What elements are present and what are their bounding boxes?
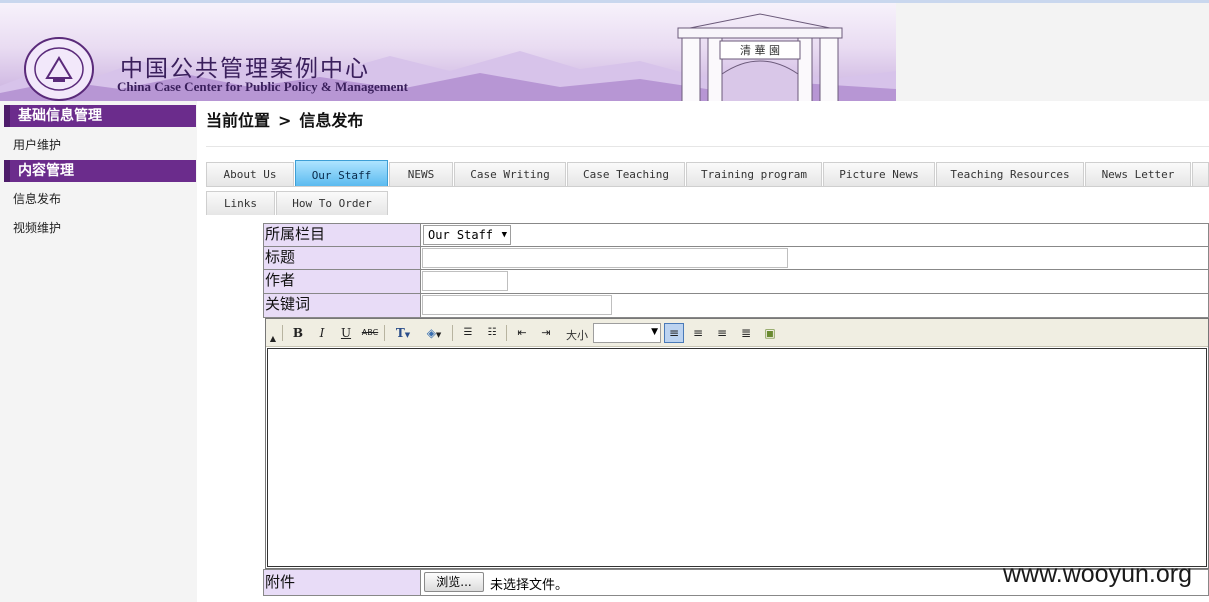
row-title: 标题: [263, 246, 1209, 270]
font-size-select[interactable]: ▼: [593, 323, 661, 343]
row-author: 作者: [263, 269, 1209, 294]
toolbar-separator: [282, 325, 283, 341]
author-input[interactable]: [422, 271, 508, 291]
breadcrumb-prefix: 当前位置: [206, 111, 271, 130]
keywords-input[interactable]: [422, 295, 612, 315]
tab-teaching-resources[interactable]: Teaching Resources: [936, 162, 1084, 186]
tsinghua-gate-icon: 清 華 園: [677, 13, 843, 101]
cell-column: Our Staff ▼: [422, 224, 1208, 246]
bold-button[interactable]: B: [288, 323, 308, 343]
banner-title-cn: 中国公共管理案例中心: [120, 56, 370, 82]
italic-button[interactable]: I: [312, 323, 332, 343]
tab-overflow[interactable]: [1192, 162, 1209, 186]
tab-case-writing[interactable]: Case Writing: [454, 162, 566, 186]
title-input[interactable]: [422, 248, 788, 268]
sidebar-heading-basic: 基础信息管理: [4, 105, 196, 127]
font-color-button[interactable]: T▼: [390, 323, 416, 343]
tab-training-program[interactable]: Training program: [686, 162, 822, 186]
breadcrumb-current: 信息发布: [299, 111, 364, 130]
breadcrumb: 当前位置 > 信息发布: [206, 107, 363, 131]
tab-picture-news[interactable]: Picture News: [823, 162, 935, 186]
font-color-icon: T: [395, 326, 405, 340]
row-keywords: 关键词: [263, 293, 1209, 318]
no-file-text: 未选择文件。: [490, 578, 569, 593]
label-author: 作者: [264, 270, 421, 293]
tab-how-to-order[interactable]: How To Order: [276, 191, 388, 215]
tab-our-staff[interactable]: Our Staff: [295, 160, 388, 187]
site-banner: 中国公共管理案例中心 China Case Center for Public …: [0, 3, 896, 101]
collapse-toolbar-icon[interactable]: ▲: [266, 329, 280, 349]
label-attachment: 附件: [264, 570, 421, 595]
cell-author: [422, 270, 1208, 293]
label-keywords: 关键词: [264, 294, 421, 317]
highlight-color-button[interactable]: ◈▼: [420, 323, 448, 343]
school-emblem-icon: [24, 37, 94, 101]
sidebar: 基础信息管理 用户维护 内容管理 信息发布 视频维护: [0, 101, 197, 602]
toolbar-separator: [452, 325, 453, 341]
unordered-list-icon[interactable]: ☷: [482, 323, 502, 343]
watermark: www.wooyun.org: [1003, 560, 1192, 588]
banner-title-en: China Case Center for Public Policy & Ma…: [117, 79, 408, 94]
paint-bucket-icon: ◈: [426, 326, 436, 340]
strikethrough-button[interactable]: ABC: [360, 323, 380, 343]
outdent-icon[interactable]: ⇤: [512, 323, 532, 343]
dropdown-arrow-icon: ▼: [501, 230, 507, 240]
dropdown-arrow-icon: ▼: [651, 327, 658, 337]
editor-content-area[interactable]: [267, 348, 1207, 567]
sidebar-heading-label: 内容管理: [18, 163, 74, 179]
column-select[interactable]: Our Staff ▼: [423, 225, 511, 245]
editor-toolbar: ▲ B I U ABC T▼ ◈▼ ☰ ☷ ⇤ ⇥ 大小 ▼ ≡ ≡ ≡ ≣ ▣: [266, 319, 1208, 347]
sidebar-item-user-maintenance[interactable]: 用户维护: [13, 136, 61, 153]
svg-text:清 華 園: 清 華 園: [740, 44, 780, 57]
tab-about-us[interactable]: About Us: [206, 162, 294, 186]
tab-divider: [206, 186, 1209, 187]
align-left-icon[interactable]: ≡: [664, 323, 684, 343]
toolbar-separator: [384, 325, 385, 341]
insert-image-icon[interactable]: ▣: [760, 323, 780, 343]
heading-marker: [4, 105, 10, 127]
tab-case-teaching[interactable]: Case Teaching: [567, 162, 685, 186]
sidebar-heading-label: 基础信息管理: [18, 108, 102, 124]
underline-button[interactable]: U: [336, 323, 356, 343]
column-select-value: Our Staff: [428, 228, 494, 242]
sidebar-item-publish[interactable]: 信息发布: [13, 190, 61, 207]
label-column: 所属栏目: [264, 224, 421, 246]
toolbar-separator: [506, 325, 507, 341]
align-justify-icon[interactable]: ≣: [736, 323, 756, 343]
ordered-list-icon[interactable]: ☰: [458, 323, 478, 343]
align-right-icon[interactable]: ≡: [712, 323, 732, 343]
sidebar-heading-content: 内容管理: [4, 160, 196, 182]
indent-icon[interactable]: ⇥: [536, 323, 556, 343]
tab-news-letter[interactable]: News Letter: [1085, 162, 1191, 186]
heading-marker: [4, 160, 10, 182]
tab-links[interactable]: Links: [206, 191, 275, 215]
sidebar-item-video[interactable]: 视频维护: [13, 219, 61, 236]
cell-title: [422, 247, 1208, 269]
cell-keywords: [422, 294, 1208, 317]
divider: [206, 146, 1209, 147]
browse-button[interactable]: 浏览...: [424, 572, 484, 592]
align-center-icon[interactable]: ≡: [688, 323, 708, 343]
rich-text-editor: ▲ B I U ABC T▼ ◈▼ ☰ ☷ ⇤ ⇥ 大小 ▼ ≡ ≡ ≡ ≣ ▣: [265, 318, 1209, 569]
font-size-label: 大小: [566, 329, 588, 342]
row-column: 所属栏目 Our Staff ▼: [263, 223, 1209, 247]
breadcrumb-separator: >: [278, 111, 292, 130]
tab-news[interactable]: NEWS: [389, 162, 453, 186]
label-title: 标题: [264, 247, 421, 269]
